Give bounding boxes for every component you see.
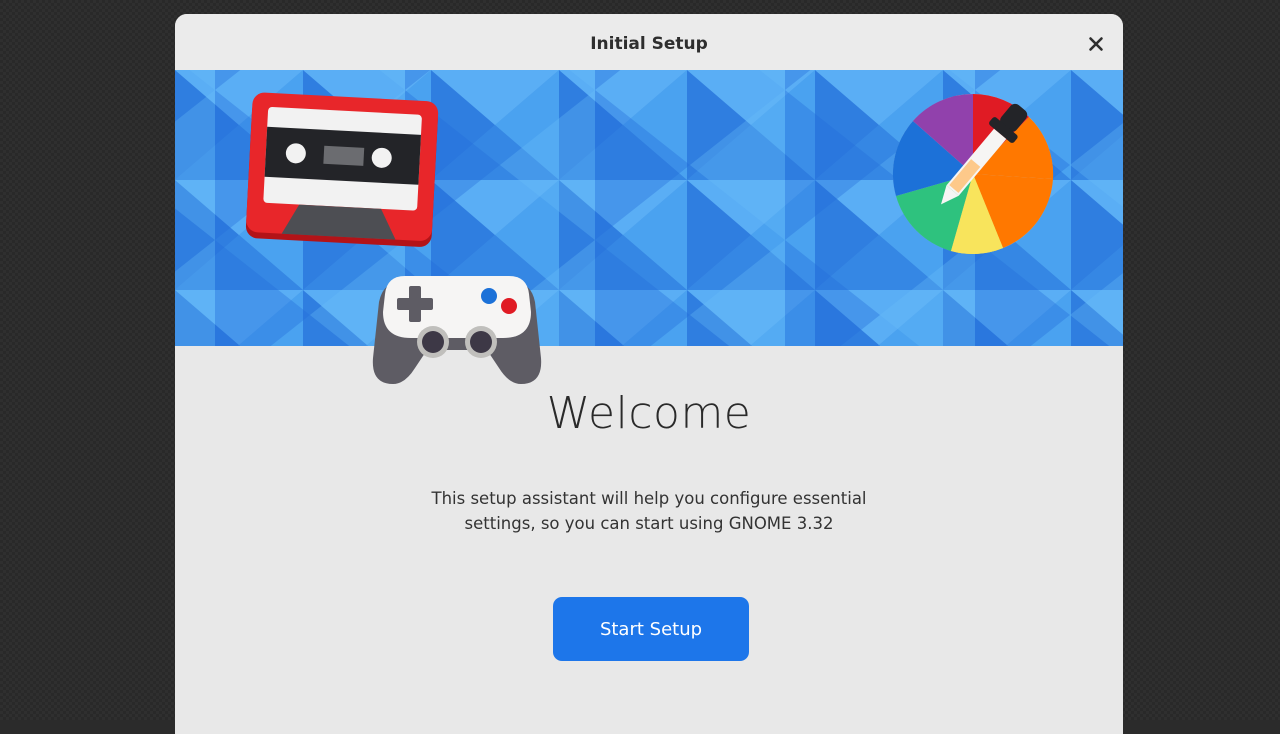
cassette-icon	[245, 92, 439, 247]
description-line-2: settings, so you can start using GNOME 3…	[464, 514, 834, 533]
setup-window: Initial Setup Welcome This setup assista…	[175, 14, 1123, 734]
welcome-banner	[175, 70, 1123, 346]
gamepad-icon	[372, 276, 542, 384]
close-button[interactable]	[1083, 31, 1109, 57]
close-icon	[1089, 37, 1103, 51]
window-title: Initial Setup	[590, 34, 708, 54]
welcome-heading: Welcome	[546, 388, 752, 439]
welcome-description: This setup assistant will help you confi…	[175, 486, 1123, 536]
description-line-1: This setup assistant will help you confi…	[431, 489, 867, 508]
start-setup-button[interactable]: Start Setup	[553, 597, 749, 661]
titlebar: Initial Setup	[175, 14, 1123, 70]
